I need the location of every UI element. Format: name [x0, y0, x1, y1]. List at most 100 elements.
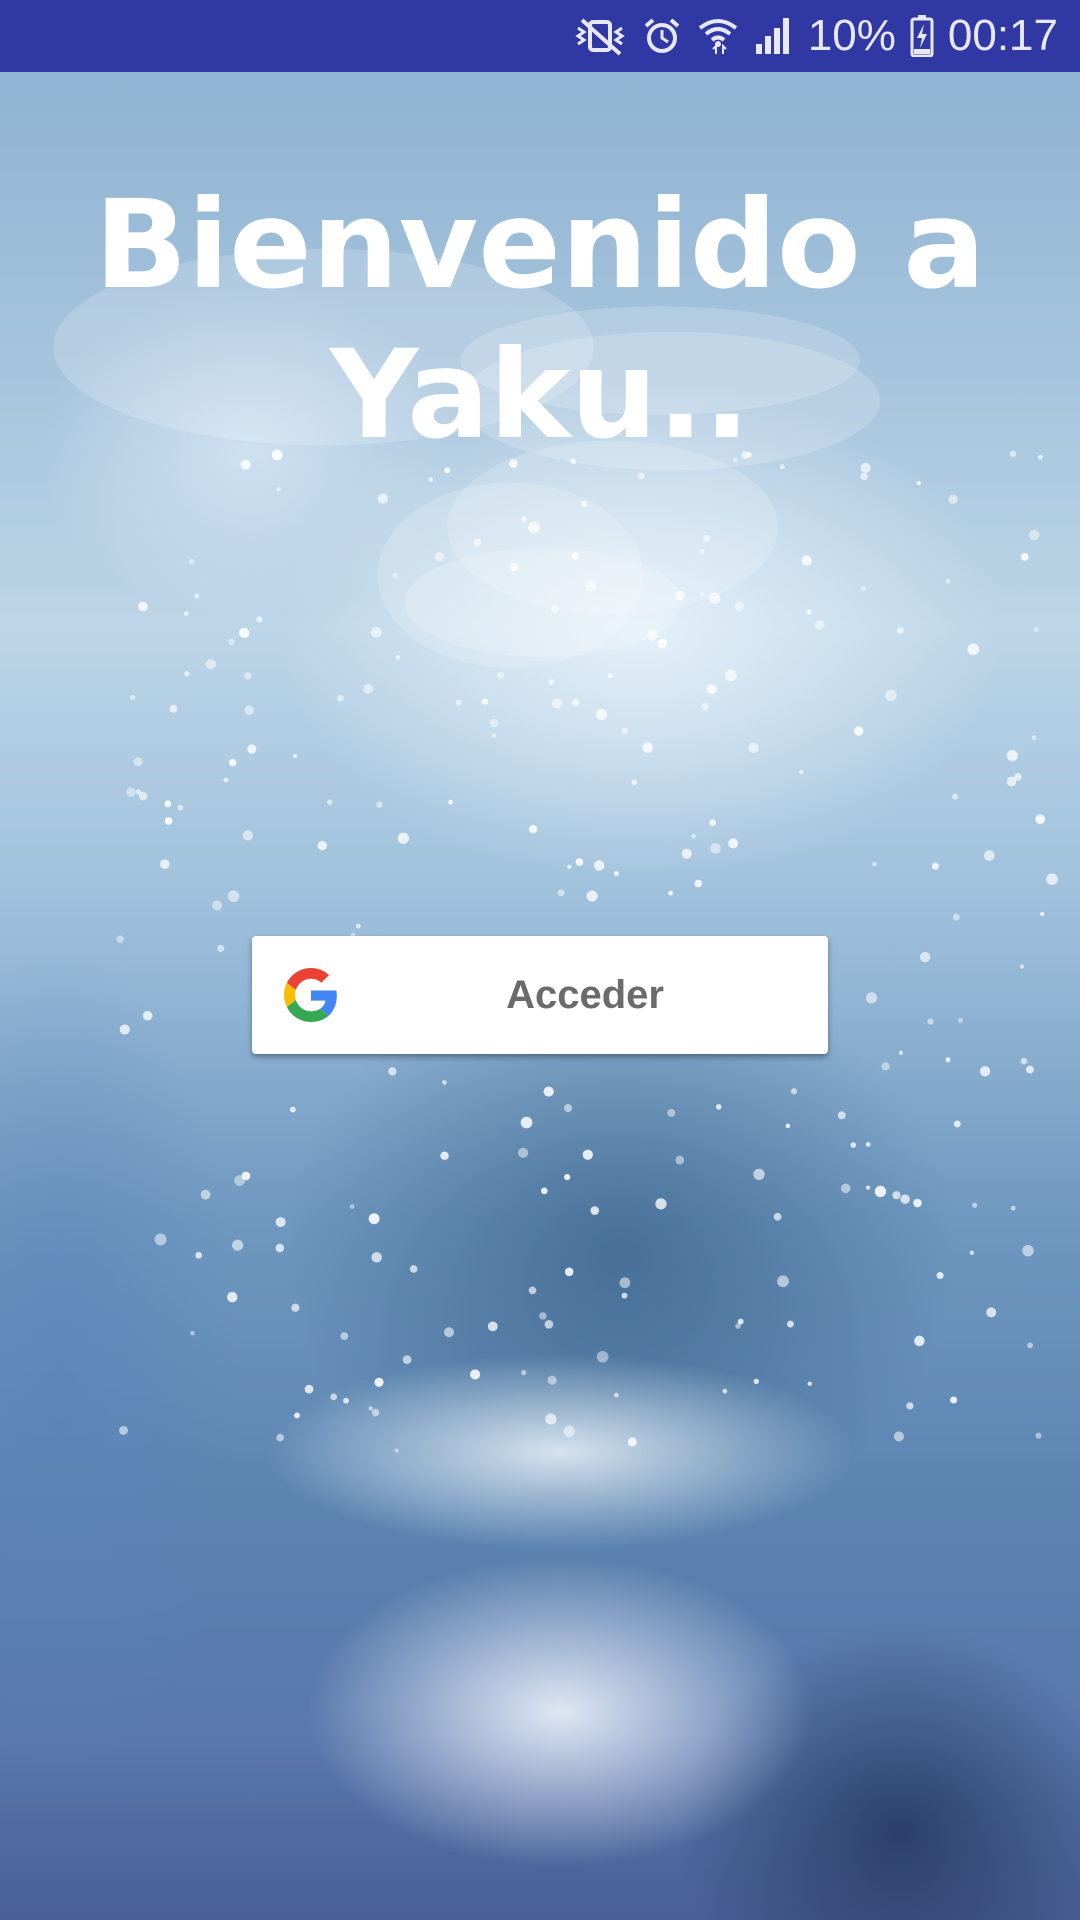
- background-bubble: [521, 1369, 527, 1376]
- background-bubble: [1027, 1342, 1033, 1349]
- background-bubble: [647, 629, 658, 641]
- background-bubble: [900, 1194, 910, 1204]
- background-bubble: [914, 1335, 925, 1347]
- background-bubble: [840, 1183, 851, 1194]
- background-bubble: [637, 472, 645, 480]
- background-bubble: [327, 799, 333, 805]
- background-bubble: [190, 1330, 195, 1336]
- background-bubble: [614, 1392, 619, 1398]
- background-bubble: [154, 1233, 167, 1246]
- background-bubble: [892, 1191, 901, 1200]
- background-bubble: [276, 1433, 284, 1442]
- background-bubble: [898, 1050, 904, 1055]
- background-bubble: [691, 833, 696, 839]
- background-bubble: [952, 793, 958, 800]
- background-bubble: [275, 1243, 285, 1253]
- background-bubble: [753, 1378, 760, 1385]
- background-bubble: [885, 689, 897, 702]
- background-bubble: [343, 1397, 350, 1404]
- background-bubble: [969, 1250, 975, 1256]
- background-bubble: [291, 1303, 300, 1312]
- background-bubble: [200, 1189, 211, 1200]
- background-bubble: [1028, 529, 1040, 541]
- welcome-title-line1: Bienvenido a: [94, 174, 986, 316]
- background-bubble: [564, 1267, 574, 1277]
- background-bubble: [1020, 552, 1029, 561]
- background-bubble: [563, 1104, 573, 1113]
- background-bubble: [528, 1286, 537, 1295]
- background-bubble: [544, 1319, 554, 1329]
- background-bubble: [700, 592, 705, 597]
- background-bubble: [205, 659, 217, 670]
- background-bubble: [621, 727, 629, 735]
- background-bubble: [854, 726, 864, 736]
- background-bubble: [557, 889, 565, 897]
- background-bubble: [790, 1088, 798, 1095]
- app-screen: 10% 00:17 Bienvenido a Yaku.. Acceder: [0, 0, 1080, 1920]
- background-bubble: [642, 742, 654, 753]
- background-bubble: [276, 487, 281, 492]
- google-signin-button[interactable]: Acceder: [252, 936, 828, 1054]
- background-bubble: [865, 1185, 871, 1190]
- background-bubble: [119, 1024, 130, 1035]
- background-bubble: [702, 534, 711, 542]
- background-bubble: [596, 1350, 609, 1363]
- background-bubble: [787, 1320, 794, 1328]
- background-bubble: [613, 871, 619, 877]
- background-bubble: [1006, 776, 1017, 787]
- background-bubble: [133, 757, 143, 767]
- background-bubble: [893, 1431, 905, 1442]
- background-bubble: [927, 1018, 934, 1025]
- background-bubble: [582, 1149, 593, 1160]
- background-bubble: [481, 698, 489, 705]
- background-bubble: [913, 1198, 922, 1208]
- google-icon: [284, 968, 337, 1022]
- background-bubble: [972, 1202, 978, 1208]
- background-bubble: [667, 1108, 676, 1117]
- background-bubble: [1040, 911, 1045, 917]
- background-bubble: [228, 758, 237, 767]
- background-bubble: [837, 1111, 846, 1120]
- background-bubble: [694, 879, 703, 888]
- background-bubble: [142, 1010, 153, 1021]
- background-bubble: [428, 477, 433, 482]
- background-bubble: [777, 1275, 789, 1288]
- background-bubble: [722, 1388, 728, 1394]
- background-bubble: [227, 890, 240, 903]
- background-bubble: [473, 538, 482, 547]
- background-bubble: [668, 890, 673, 896]
- background-bubble: [748, 742, 759, 754]
- background-bubble: [860, 585, 866, 592]
- background-bubble: [979, 1066, 991, 1077]
- background-bubble: [953, 1120, 961, 1128]
- background-bubble: [814, 619, 825, 630]
- alarm-icon: [628, 16, 682, 56]
- background-bubble: [195, 1251, 203, 1259]
- background-bubble: [657, 638, 668, 649]
- background-bubble: [1006, 750, 1018, 762]
- background-bubble: [330, 1393, 338, 1401]
- background-bubble: [590, 1206, 600, 1215]
- background-bubble: [527, 521, 540, 534]
- background-bubble: [160, 859, 170, 869]
- battery-percent: 10%: [807, 11, 896, 60]
- background-bubble: [945, 578, 951, 584]
- background-bubble: [491, 733, 496, 738]
- background-bubble: [126, 787, 136, 798]
- background-bubble: [374, 1377, 384, 1387]
- background-bubble: [529, 825, 538, 834]
- background-bubble: [289, 1106, 296, 1113]
- background-bubble: [355, 923, 361, 929]
- background-bubble: [850, 1142, 857, 1148]
- background-bubble: [627, 1437, 637, 1447]
- battery-charging-icon: [896, 15, 934, 57]
- background-bubble: [337, 694, 345, 702]
- background-bubble: [958, 1018, 963, 1023]
- background-bubble: [388, 1067, 397, 1076]
- background-bubble: [116, 935, 124, 944]
- background-bubble: [571, 552, 580, 560]
- background-bubble: [247, 744, 257, 754]
- background-bubble: [244, 672, 252, 680]
- background-bubble: [724, 669, 737, 682]
- background-bubble: [392, 573, 398, 579]
